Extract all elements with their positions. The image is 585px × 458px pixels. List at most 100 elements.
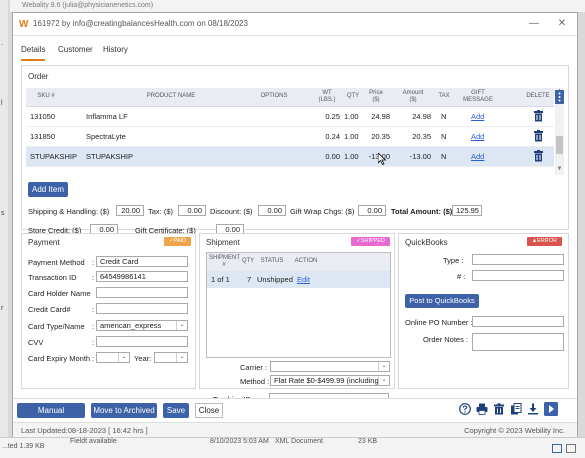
order-panel: Order SKU # PRODUCT NAME OPTIONS WT (LBS… [21,65,569,235]
tab-customer[interactable]: Customer [58,43,93,59]
add-gift-message-link[interactable]: Add [471,112,484,121]
webility-logo-icon: W [19,19,29,30]
shipping-method-select[interactable]: Flat Rate $0-$499.99 (including p ⌄ [270,375,390,386]
order-notes-textarea[interactable] [472,333,564,351]
online-po-label: Online PO Number : [405,318,473,327]
scrollbar-thumb[interactable] [556,136,563,154]
colon: : [92,338,95,347]
trash-icon[interactable] [534,130,543,142]
total-amount-input[interactable]: 125.95 [452,205,482,216]
total-amount-label: Total Amount: ($) [391,207,453,216]
table-row[interactable]: 1 of 1 7 Unshipped Edit [207,271,390,288]
payment-panel: Payment ✓PAID Payment Method : Credit Ca… [21,233,196,389]
cvv-field[interactable] [96,336,188,347]
mouse-cursor-icon [378,153,387,165]
colon: : [92,354,95,363]
qb-type-label: Type : [443,256,464,265]
shipment-number-cell: 1 of 1 [211,275,230,284]
manual-processing-button[interactable]: Manual Processing [17,403,85,430]
product-name-cell: SpectraLyte [86,132,126,141]
post-to-quickbooks-button[interactable]: Post to QuickBooks [405,294,479,308]
chevron-down-icon: ⌄ [378,376,389,385]
price-cell: 20.35 [371,132,390,141]
tab-details[interactable]: Details [21,43,46,61]
weight-cell: 0.25 [325,112,340,121]
tab-history[interactable]: History [103,43,128,59]
table-row[interactable]: 131050 Inflamma LF 0.25 1.00 24.98 24.98… [26,107,554,127]
save-button[interactable]: Save [163,403,189,418]
help-icon[interactable] [459,403,471,415]
trash-icon[interactable] [534,150,543,162]
shipment-grid: SHIPMENT # QTY STATUS ACTION 1 of 1 7 Un… [206,252,391,358]
online-po-field[interactable] [472,316,564,327]
column-menu-icon[interactable] [555,90,564,104]
amount-cell: -13.00 [409,152,431,161]
trash-icon[interactable] [534,110,543,122]
price-cell: 24.98 [371,112,390,121]
paid-status-badge: ✓PAID [163,237,191,246]
discount-input[interactable]: 0.00 [258,205,286,216]
edit-shipment-link[interactable]: Edit [297,275,310,284]
delete-order-icon[interactable] [493,403,505,415]
background-file-name: Fieldt available [70,438,117,445]
details-view-icon[interactable] [552,444,562,453]
copy-document-icon[interactable] [510,403,522,415]
col-weight: WT (LBS.) [318,90,336,103]
qty-cell: 1.00 [344,112,359,121]
amount-cell: 20.35 [412,132,431,141]
shipping-input[interactable]: 20.00 [116,205,144,216]
carrier-label: Carrier : [240,363,268,372]
shipping-method-value: Flat Rate $0-$499.99 (including p [274,376,385,385]
product-name-cell: STUPAKSHIP [86,152,133,161]
add-item-button[interactable]: Add Item [28,182,68,197]
tax-cell: N [441,132,447,141]
tax-label: Tax: ($) [148,207,174,216]
qb-number-field[interactable] [472,270,564,281]
window-title: 161972 by info@creatingbalancesHealth.co… [33,19,248,28]
print-icon[interactable] [476,403,488,415]
table-row[interactable]: STUPAKSHIP STUPAKSHIP 0.00 1.00 -13.00 -… [26,147,554,167]
sku-cell: STUPAKSHIP [30,152,77,161]
tax-cell: N [441,112,447,121]
card-type-value: american_express [100,321,162,330]
table-row[interactable]: 131850 SpectraLyte 0.24 1.00 20.35 20.35… [26,127,554,147]
expiry-month-label: Card Expiry Month [28,354,91,363]
col-qty: QTY [241,258,255,264]
col-tax: TAX [438,93,450,99]
order-section-title: Order [28,72,49,81]
expiry-year-select[interactable]: ⌄ [154,352,188,363]
product-name-cell: Inflamma LF [86,112,128,121]
background-window-title: Webality 9.6 (julia@physicianenetics.com… [10,0,585,12]
payment-method-field[interactable]: Credit Card [96,256,188,267]
background-file-type: XML Document [275,438,323,445]
gift-wrap-input[interactable]: 0.00 [358,205,386,216]
status-bar: Last Updated:08-18-2023 [ 16:42 hrs ] Co… [13,422,577,437]
minimize-button[interactable]: — [525,17,543,31]
col-sku: SKU # [37,93,55,99]
scroll-down-icon[interactable]: ▼ [555,166,564,175]
card-holder-field[interactable] [96,287,188,298]
close-window-button[interactable]: ✕ [553,17,571,31]
tiles-view-icon[interactable] [566,444,576,453]
shipment-title: Shipment [206,238,240,247]
col-product-name: PRODUCT NAME [146,93,196,99]
qb-type-field[interactable] [472,254,564,265]
col-action: ACTION [294,258,318,264]
add-gift-message-link[interactable]: Add [471,132,484,141]
next-arrow-icon[interactable] [544,402,558,416]
credit-card-field[interactable] [96,303,188,314]
amount-cell: 24.98 [412,112,431,121]
credit-card-label: Credit Card# [28,305,71,314]
tax-input[interactable]: 0.00 [178,205,206,216]
expiry-month-select[interactable]: ⌄ [96,352,130,363]
close-button[interactable]: Close [195,403,223,418]
add-gift-message-link[interactable]: Add [471,152,484,161]
move-to-archived-button[interactable]: Move to Archived [91,403,157,418]
download-icon[interactable] [527,403,539,415]
card-type-select[interactable]: american_express ⌄ [96,320,188,331]
transaction-id-field[interactable]: 64549986141 [96,271,188,282]
col-price: Price ($) [369,90,383,103]
shipment-status-cell: Unshipped [257,275,293,284]
colon: : [92,273,95,282]
carrier-select[interactable]: ⌄ [270,361,390,372]
